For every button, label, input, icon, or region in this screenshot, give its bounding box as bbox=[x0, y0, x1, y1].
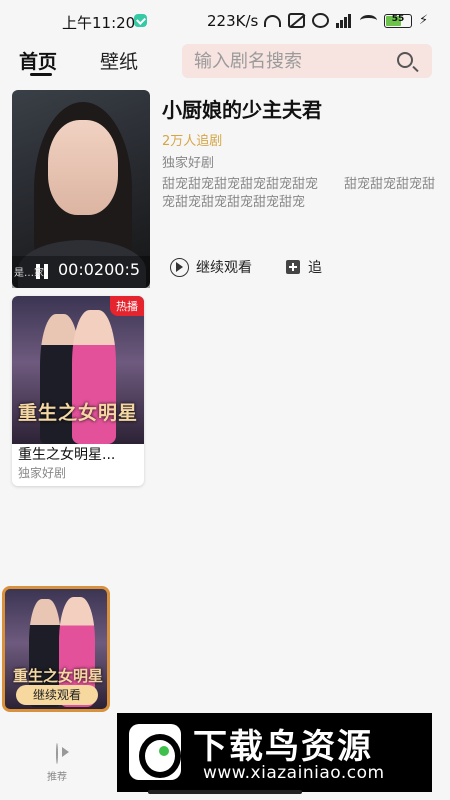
charging-icon: ⚡ bbox=[419, 13, 429, 28]
search-bar[interactable] bbox=[182, 44, 432, 78]
signal-icon bbox=[336, 13, 353, 28]
drama-tag: 独家好剧 bbox=[162, 156, 215, 171]
watermark-url: www.xiazainiao.com bbox=[203, 763, 385, 783]
featured-description: 甜宠甜宠甜宠甜宠甜宠甜宠 甜宠甜宠甜宠甜宠甜宠甜宠甜宠甜宠甜宠 bbox=[162, 177, 436, 210]
wifi-icon bbox=[360, 15, 377, 26]
bird-logo-icon bbox=[129, 724, 181, 780]
mini-continue-button[interactable]: 继续观看 bbox=[16, 685, 98, 705]
plus-icon bbox=[286, 260, 300, 274]
watermark-title: 下载鸟资源 bbox=[193, 727, 373, 767]
tab-active-indicator bbox=[30, 73, 52, 76]
card-title: 重生之女明星... bbox=[18, 447, 116, 463]
search-input[interactable] bbox=[194, 49, 384, 73]
battery-icon: 55 bbox=[384, 13, 412, 28]
nav-recommend-label: 推荐 bbox=[47, 772, 67, 783]
follow-label: 追 bbox=[308, 260, 322, 276]
status-time: 上午11:20 bbox=[62, 14, 136, 32]
drama-poster: 重生之女明星 热播 bbox=[12, 296, 144, 444]
network-speed: 223K/s bbox=[207, 12, 259, 30]
floating-mini-player[interactable]: 重生之女明星 继续观看 bbox=[2, 586, 110, 712]
hot-badge: 热播 bbox=[110, 296, 144, 316]
headphones-icon bbox=[264, 14, 281, 27]
card-tag: 独家好剧 bbox=[18, 466, 67, 480]
home-indicator[interactable] bbox=[148, 790, 302, 794]
tab-home[interactable]: 首页 bbox=[19, 47, 57, 74]
poster-title-art: 重生之女明星 bbox=[18, 402, 139, 424]
alarm-icon bbox=[312, 13, 329, 28]
recommend-icon bbox=[56, 743, 58, 764]
search-icon[interactable] bbox=[397, 52, 413, 68]
status-bar: 上午11:20 223K/s 55 ⚡ bbox=[0, 0, 450, 40]
mute-icon bbox=[288, 13, 305, 28]
followers-count: 2万人追剧 bbox=[162, 134, 223, 149]
continue-watching-button[interactable]: 继续观看 bbox=[170, 257, 252, 277]
mini-poster-title-art: 重生之女明星 bbox=[13, 667, 104, 685]
watermark-banner: 下载鸟资源 www.xiazainiao.com bbox=[117, 713, 432, 792]
video-subtitle: 是…家 bbox=[14, 268, 44, 279]
status-icons: 55 ⚡ bbox=[264, 13, 428, 28]
nav-recommend[interactable]: 推荐 bbox=[40, 743, 74, 783]
continue-watching-label: 继续观看 bbox=[196, 260, 252, 276]
play-circle-icon bbox=[170, 257, 189, 277]
featured-title[interactable]: 小厨娘的少主夫君 bbox=[162, 94, 322, 123]
drama-card[interactable]: 重生之女明星 热播 重生之女明星... 独家好剧 bbox=[12, 296, 144, 486]
battery-level: 55 bbox=[391, 13, 405, 24]
tab-wallpaper[interactable]: 壁纸 bbox=[100, 47, 138, 74]
app-notification-icon bbox=[134, 14, 147, 27]
follow-button[interactable]: 追 bbox=[286, 257, 322, 277]
video-time: 00:0200:5 bbox=[58, 260, 141, 279]
